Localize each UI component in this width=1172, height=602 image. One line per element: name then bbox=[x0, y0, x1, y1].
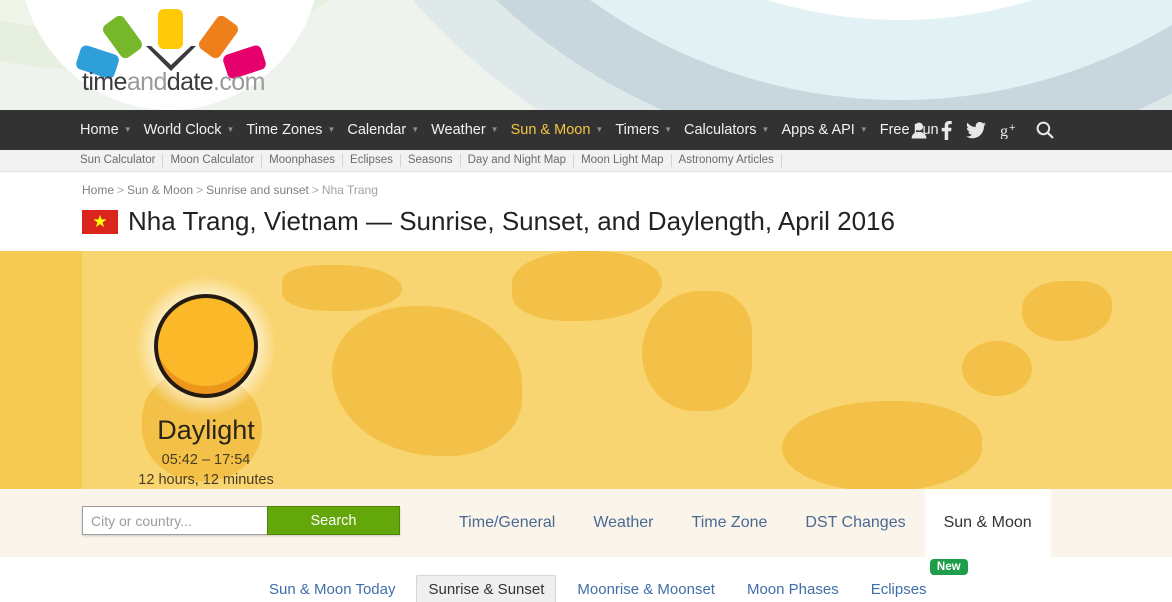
subtab-eclipses-label: Eclipses bbox=[871, 581, 927, 598]
breadcrumb-separator: > bbox=[193, 183, 206, 197]
world-map-watermark bbox=[962, 341, 1032, 396]
subnav-item-seasons[interactable]: Seasons bbox=[401, 154, 461, 167]
logo-word-and: and bbox=[127, 68, 167, 96]
sun-glow bbox=[131, 271, 281, 421]
search-button[interactable]: Search bbox=[267, 506, 400, 535]
subnav-item-moon-calculator[interactable]: Moon Calculator bbox=[163, 154, 262, 167]
logo-word-date: date bbox=[167, 68, 213, 96]
breadcrumb-item-current: Nha Trang bbox=[322, 183, 378, 197]
chevron-down-icon: ▼ bbox=[124, 126, 132, 134]
subtab-eclipses[interactable]: Eclipses New bbox=[860, 576, 938, 602]
nav-label-calendar: Calendar bbox=[347, 122, 406, 138]
breadcrumb: Home>Sun & Moon>Sunrise and sunset>Nha T… bbox=[0, 172, 1172, 197]
tab-time-general[interactable]: Time/General bbox=[440, 489, 574, 557]
chevron-down-icon: ▼ bbox=[411, 126, 419, 134]
vietnam-flag-icon: ★ bbox=[82, 210, 118, 234]
tab-weather[interactable]: Weather bbox=[574, 489, 672, 557]
chevron-down-icon: ▼ bbox=[327, 126, 335, 134]
nav-item-home[interactable]: Home ▼ bbox=[80, 122, 138, 138]
search-icon[interactable] bbox=[1036, 121, 1054, 139]
nav-item-sun-moon[interactable]: Sun & Moon ▼ bbox=[511, 122, 610, 138]
nav-label-world-clock: World Clock bbox=[144, 122, 222, 138]
subnav-item-day-night-map[interactable]: Day and Night Map bbox=[461, 154, 574, 167]
breadcrumb-separator: > bbox=[114, 183, 127, 197]
chevron-down-icon: ▼ bbox=[491, 126, 499, 134]
breadcrumb-item-home[interactable]: Home bbox=[82, 183, 114, 197]
world-map-watermark bbox=[782, 401, 982, 489]
svg-text:g: g bbox=[1000, 123, 1008, 139]
nav-label-weather: Weather bbox=[431, 122, 486, 138]
nav-label-calculators: Calculators bbox=[684, 122, 757, 138]
site-banner: timeanddate.com bbox=[0, 0, 1172, 110]
logo-word-time: time bbox=[82, 68, 127, 96]
site-logo[interactable]: timeanddate.com bbox=[82, 6, 262, 102]
svg-text:+: + bbox=[1009, 122, 1015, 134]
subtab-moon-phases[interactable]: Moon Phases bbox=[736, 576, 850, 602]
nav-label-sun-moon: Sun & Moon bbox=[511, 122, 591, 138]
nav-icon-group: g+ bbox=[911, 121, 1054, 140]
nav-label-home: Home bbox=[80, 122, 119, 138]
tab-sun-moon[interactable]: Sun & Moon bbox=[925, 489, 1051, 557]
chevron-down-icon: ▼ bbox=[664, 126, 672, 134]
page-title-row: ★ Nha Trang, Vietnam — Sunrise, Sunset, … bbox=[0, 206, 1172, 237]
nav-item-world-clock[interactable]: World Clock ▼ bbox=[144, 122, 241, 138]
breadcrumb-separator: > bbox=[309, 183, 322, 197]
nav-item-weather[interactable]: Weather ▼ bbox=[431, 122, 504, 138]
subtab-moonrise-moonset[interactable]: Moonrise & Moonset bbox=[566, 576, 726, 602]
world-map-watermark bbox=[332, 306, 522, 456]
breadcrumb-item-sun-moon[interactable]: Sun & Moon bbox=[127, 183, 193, 197]
search-form: Search bbox=[82, 506, 400, 535]
sun-icon bbox=[154, 294, 258, 398]
secondary-navigation: Sun Calculator Moon Calculator Moonphase… bbox=[0, 150, 1172, 172]
facebook-icon[interactable] bbox=[941, 121, 952, 140]
page-title: Nha Trang, Vietnam — Sunrise, Sunset, an… bbox=[128, 206, 895, 237]
flag-star-glyph: ★ bbox=[92, 213, 107, 230]
subnav-item-moon-light-map[interactable]: Moon Light Map bbox=[574, 154, 671, 167]
subnav-item-eclipses[interactable]: Eclipses bbox=[343, 154, 401, 167]
daylight-duration: 12 hours, 12 minutes bbox=[108, 472, 304, 488]
googleplus-icon[interactable]: g+ bbox=[1000, 122, 1022, 139]
chevron-down-icon: ▼ bbox=[595, 126, 603, 134]
tab-dst-changes[interactable]: DST Changes bbox=[786, 489, 924, 557]
subnav-item-astronomy-articles[interactable]: Astronomy Articles bbox=[672, 154, 782, 167]
tab-time-zone[interactable]: Time Zone bbox=[673, 489, 787, 557]
subtab-sun-moon-today[interactable]: Sun & Moon Today bbox=[258, 576, 406, 602]
logo-word-com: .com bbox=[213, 68, 265, 96]
search-input[interactable] bbox=[82, 506, 267, 535]
logo-wordmark: timeanddate.com bbox=[82, 68, 262, 97]
search-and-tabs-bar: Search Time/General Weather Time Zone DS… bbox=[0, 489, 1172, 557]
subtab-sunrise-sunset[interactable]: Sunrise & Sunset bbox=[416, 575, 556, 602]
daylight-label: Daylight bbox=[108, 415, 304, 446]
daylight-summary: Daylight 05:42 – 17:54 12 hours, 12 minu… bbox=[108, 271, 304, 488]
world-map-watermark bbox=[642, 291, 752, 411]
new-badge: New bbox=[930, 559, 968, 575]
sun-moon-subtabs: Sun & Moon Today Sunrise & Sunset Moonri… bbox=[0, 557, 1172, 602]
main-navigation: Home ▼ World Clock ▼ Time Zones ▼ Calendar ▼… bbox=[0, 110, 1172, 150]
chevron-down-icon: ▼ bbox=[227, 126, 235, 134]
logo-tick-yellow-icon bbox=[158, 9, 183, 49]
nav-label-timers: Timers bbox=[615, 122, 659, 138]
twitter-icon[interactable] bbox=[966, 122, 986, 139]
nav-label-apps-api: Apps & API bbox=[781, 122, 854, 138]
chevron-down-icon: ▼ bbox=[762, 126, 770, 134]
nav-item-time-zones[interactable]: Time Zones ▼ bbox=[246, 122, 341, 138]
hero-band: Daylight 05:42 – 17:54 12 hours, 12 minu… bbox=[0, 251, 1172, 489]
world-map-watermark bbox=[512, 251, 662, 321]
subnav-item-sun-calculator[interactable]: Sun Calculator bbox=[80, 154, 163, 167]
daylight-times: 05:42 – 17:54 bbox=[108, 452, 304, 468]
world-map-watermark bbox=[1022, 281, 1112, 341]
nav-item-calendar[interactable]: Calendar ▼ bbox=[347, 122, 425, 138]
user-icon[interactable] bbox=[911, 122, 927, 139]
chevron-down-icon: ▼ bbox=[860, 126, 868, 134]
breadcrumb-item-sunrise-sunset[interactable]: Sunrise and sunset bbox=[206, 183, 309, 197]
nav-item-apps-api[interactable]: Apps & API ▼ bbox=[781, 122, 873, 138]
nav-item-calculators[interactable]: Calculators ▼ bbox=[684, 122, 775, 138]
section-tabs: Time/General Weather Time Zone DST Chang… bbox=[440, 489, 1051, 557]
nav-label-time-zones: Time Zones bbox=[246, 122, 322, 138]
subnav-item-moonphases[interactable]: Moonphases bbox=[262, 154, 343, 167]
nav-item-timers[interactable]: Timers ▼ bbox=[615, 122, 678, 138]
